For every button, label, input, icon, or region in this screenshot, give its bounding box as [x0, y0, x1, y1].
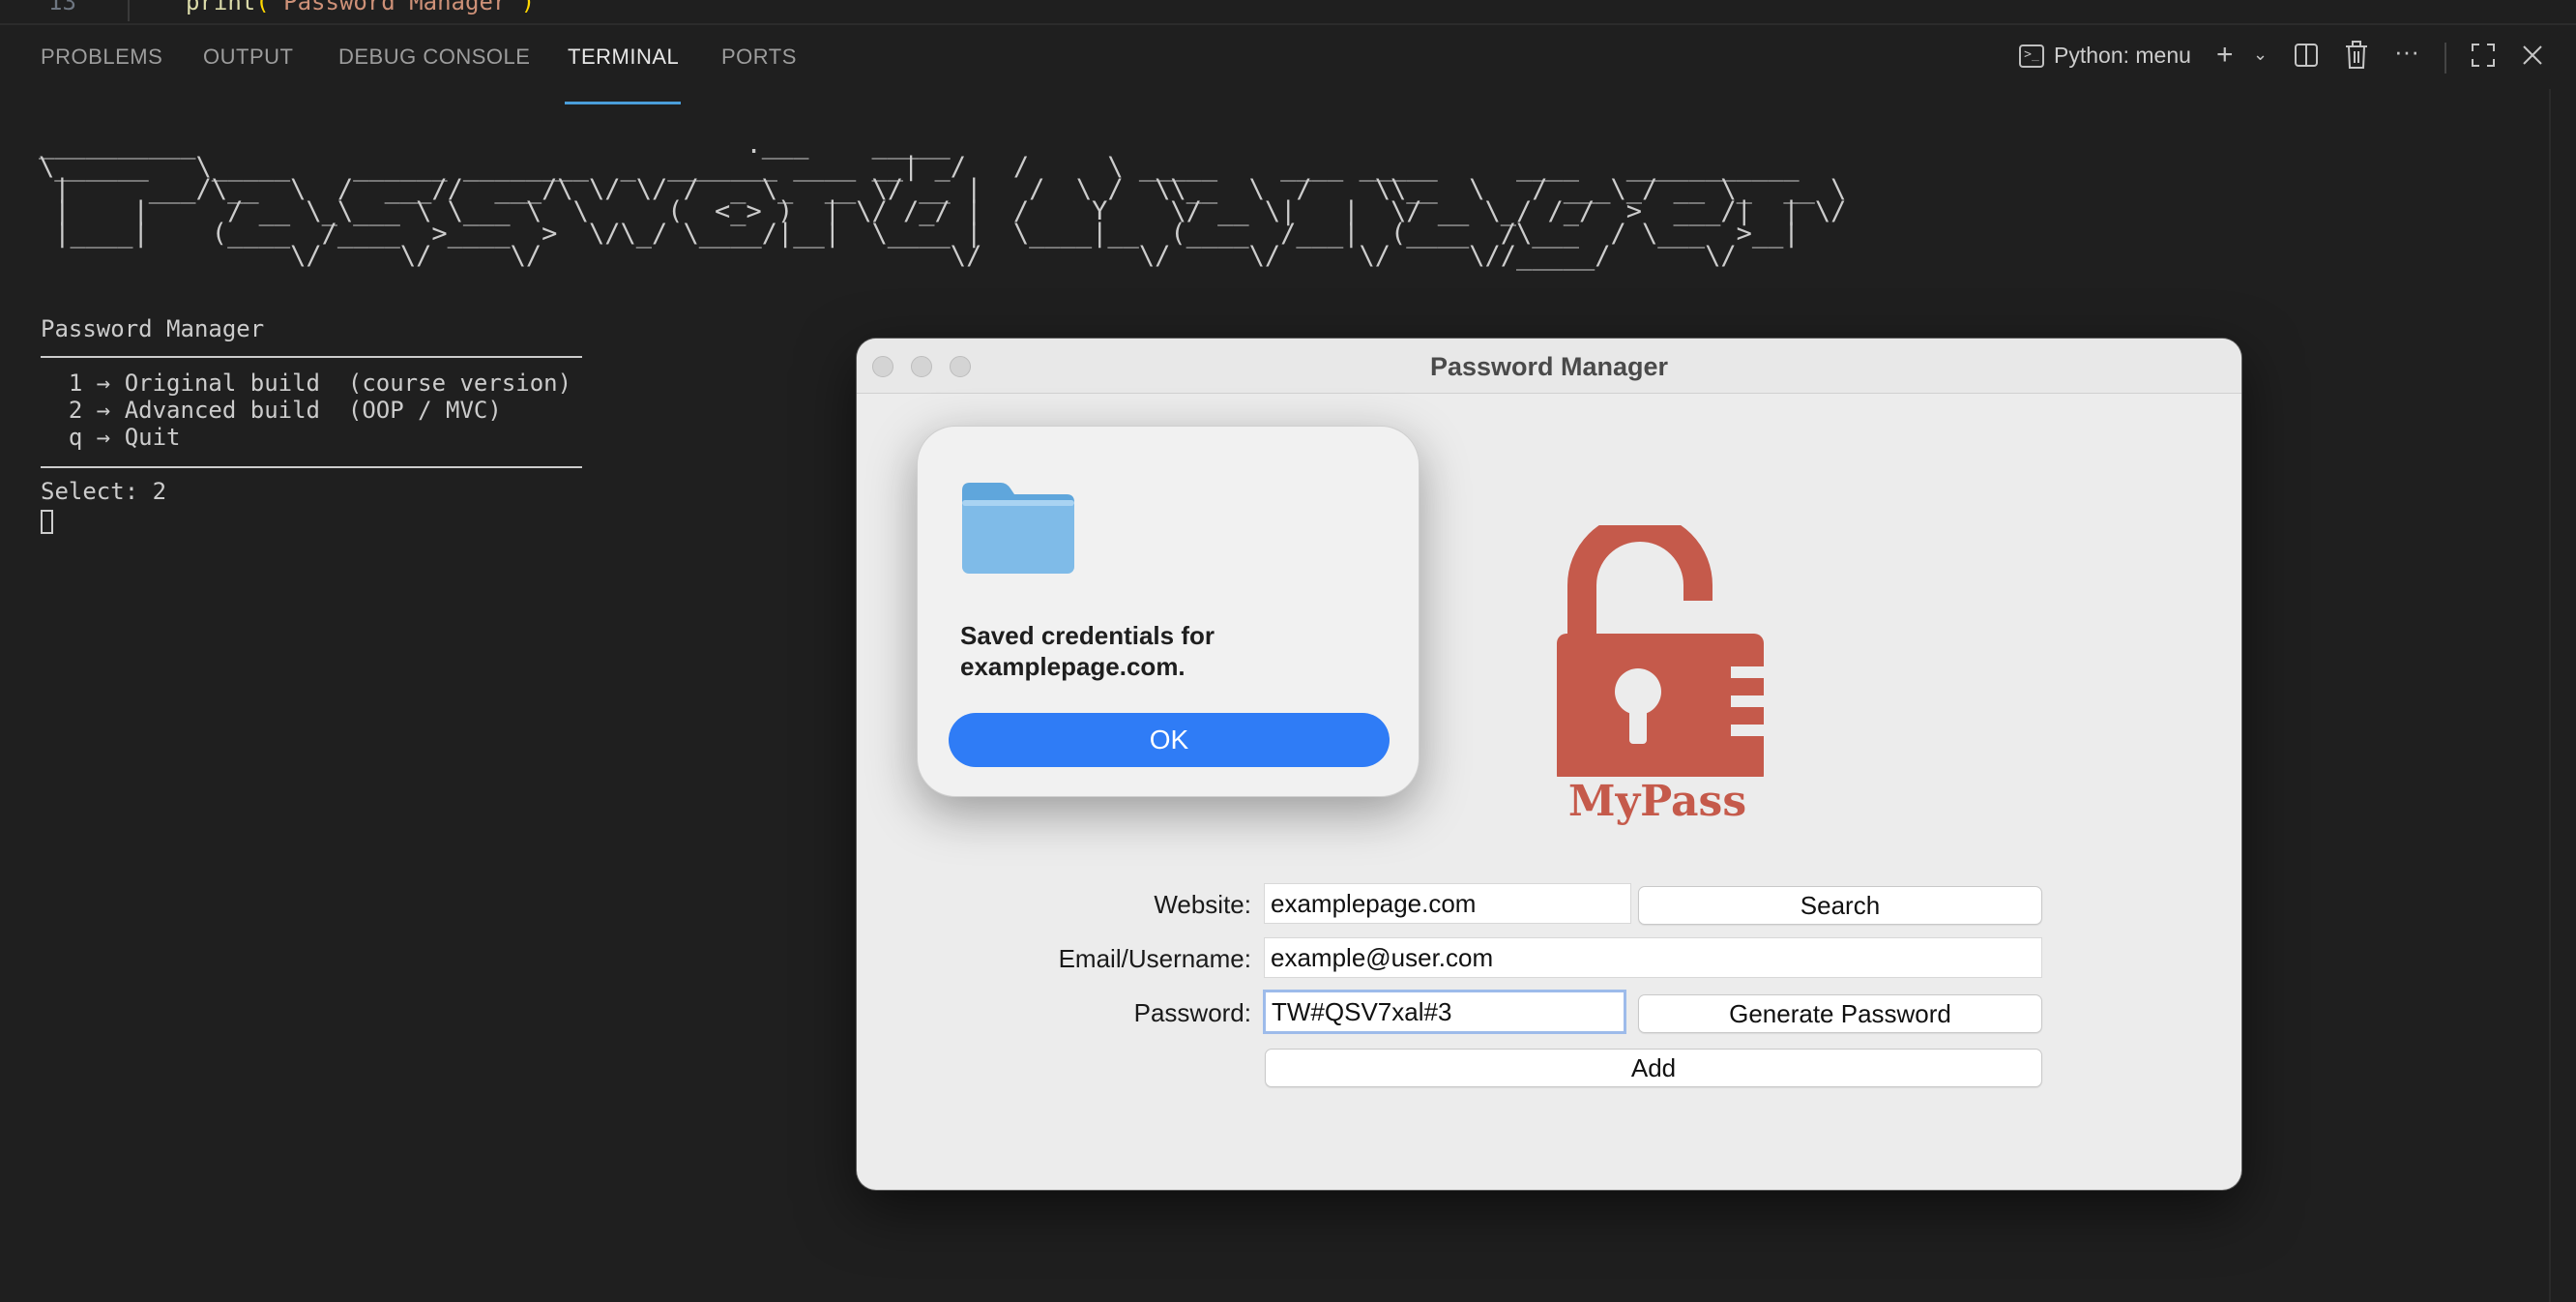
maximize-icon[interactable] — [2471, 43, 2496, 74]
tab-debug-console[interactable]: DEBUG CONSOLE — [338, 44, 530, 70]
email-input[interactable] — [1264, 937, 2042, 978]
menu-rule-top — [41, 356, 582, 358]
search-button[interactable]: Search — [1638, 886, 2042, 925]
terminal-scrollbar-edge — [2549, 89, 2551, 1302]
split-icon[interactable] — [2294, 43, 2319, 74]
tab-ports[interactable]: PORTS — [721, 44, 797, 70]
menu-option-2: 2 → Advanced build (OOP / MVC) — [41, 397, 502, 424]
mypass-logo: MyPass — [1541, 513, 1773, 844]
menu-option-q: q → Quit — [41, 424, 181, 451]
terminal-name: Python: menu — [2054, 43, 2191, 68]
tab-output[interactable]: OUTPUT — [203, 44, 293, 70]
email-label: Email/Username: — [1058, 944, 1251, 973]
menu-option-1: 1 → Original build (course version) — [41, 370, 572, 397]
menu-rule-bottom — [41, 466, 582, 468]
add-button[interactable]: Add — [1265, 1049, 2042, 1087]
chevron-down-icon[interactable]: ⌄ — [2253, 44, 2268, 65]
alert-message: Saved credentials for examplepage.com. — [960, 621, 1215, 681]
terminal-cursor — [41, 510, 53, 534]
editor-code-strip: 13 print("Password Manager") — [0, 0, 2576, 21]
logo-text: MyPass — [1567, 777, 1747, 826]
ok-button[interactable]: OK — [949, 713, 1390, 767]
actions-divider — [2444, 43, 2446, 74]
code-line: print("Password Manager") — [186, 0, 535, 15]
password-label: Password: — [1133, 998, 1251, 1027]
folder-icon — [962, 483, 1074, 574]
code-string: "Password Manager" — [269, 0, 521, 15]
close-icon[interactable] — [2522, 44, 2543, 73]
lock-icon — [1557, 513, 1764, 784]
code-function: print — [186, 0, 256, 15]
saved-alert-dialog: Saved credentials for examplepage.com. O… — [917, 426, 1420, 797]
password-input[interactable] — [1263, 990, 1626, 1034]
window-titlebar[interactable]: Password Manager — [857, 339, 2241, 394]
terminal-selector[interactable]: >_ Python: menu — [2019, 43, 2191, 69]
line-number: 13 — [48, 0, 76, 15]
select-prompt: Select: 2 — [41, 478, 167, 505]
more-icon[interactable]: ··· — [2394, 37, 2419, 67]
window-title: Password Manager — [1429, 352, 1669, 381]
trash-icon[interactable] — [2344, 41, 2369, 76]
tab-problems[interactable]: PROBLEMS — [41, 44, 162, 70]
menu-heading: Password Manager — [41, 315, 265, 342]
ascii-banner: __________ .___ _____ \______ \_____ ___… — [39, 130, 1847, 271]
tab-terminal[interactable]: TERMINAL — [568, 44, 679, 70]
generate-password-button[interactable]: Generate Password — [1638, 994, 2042, 1033]
website-input[interactable] — [1264, 883, 1631, 924]
website-label: Website: — [1154, 890, 1251, 919]
gutter-divider — [128, 0, 130, 21]
terminal-icon: >_ — [2019, 44, 2044, 68]
plus-icon[interactable]: + — [2216, 39, 2234, 72]
